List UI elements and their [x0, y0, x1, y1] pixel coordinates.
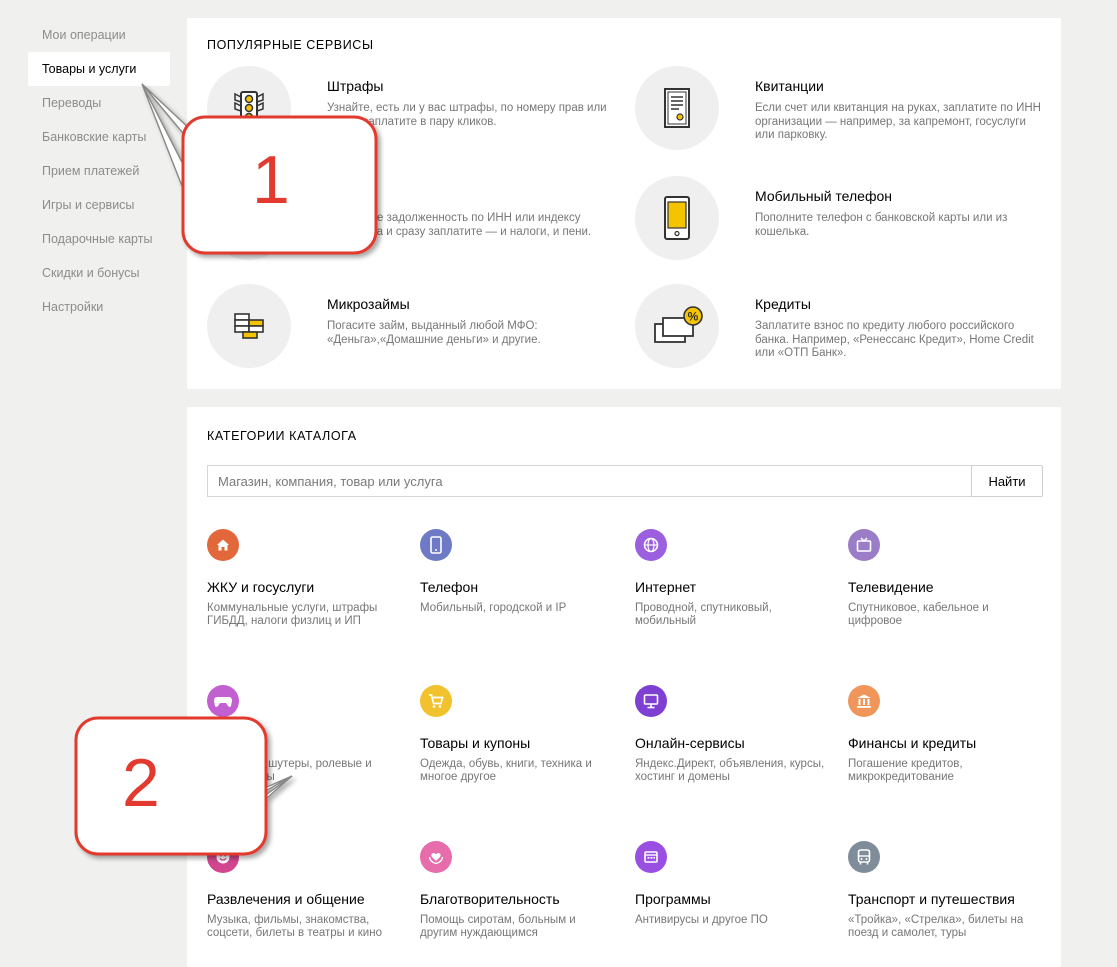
gamepad-icon: [207, 685, 239, 717]
category-phone[interactable]: Телефон Мобильный, городской и IP: [420, 529, 625, 639]
category-charity[interactable]: Благотворительность Помощь сиротам, боль…: [420, 841, 625, 951]
tax-icon: [207, 176, 291, 260]
category-utilities[interactable]: ЖКУ и госуслуги Коммунальные услуги, штр…: [207, 529, 412, 639]
category-title[interactable]: Телефон: [420, 579, 478, 595]
bus-icon: [848, 841, 880, 873]
category-desc: «Тройка», «Стрелка», билеты на поезд и с…: [848, 914, 1024, 939]
category-desc: Спутниковое, кабельное и цифровое: [848, 602, 989, 627]
globe-icon: [635, 529, 667, 561]
service-desc: Узнайте, есть ли у вас штрафы, по номеру…: [327, 102, 607, 128]
catalog-search: Найти: [207, 465, 1043, 497]
catalog-search-button[interactable]: Найти: [971, 465, 1043, 497]
sidebar-item-operations[interactable]: Мои операции: [28, 18, 170, 52]
catalog-title: КАТЕГОРИИ КАТАЛОГА: [207, 429, 357, 443]
category-desc: Музыка, фильмы, знакомства, соцсети, бил…: [207, 914, 382, 939]
service-title[interactable]: Мобильный телефон: [755, 188, 892, 204]
service-desc: Погасите займ, выданный любой МФО: «День…: [327, 320, 541, 346]
catalog-categories-panel: КАТЕГОРИИ КАТАЛОГА Найти ЖКУ и госуслуги…: [187, 407, 1061, 967]
service-title[interactable]: Кредиты: [755, 296, 811, 312]
service-title[interactable]: Квитанции: [755, 78, 824, 94]
sidebar-item-transfers[interactable]: Переводы: [28, 86, 170, 120]
software-icon: [635, 841, 667, 873]
category-tv[interactable]: Телевидение Спутниковое, кабельное и циф…: [848, 529, 1053, 639]
category-desc: Одежда, обувь, книги, техника и многое д…: [420, 758, 592, 783]
heart-hands-icon: [420, 841, 452, 873]
category-title[interactable]: Транспорт и путешествия: [848, 891, 1015, 907]
service-desc: Заплатите взнос по кредиту любого россий…: [755, 320, 1034, 359]
category-title[interactable]: Программы: [635, 891, 711, 907]
sidebar-item-payments[interactable]: Прием платежей: [28, 154, 170, 188]
category-desc: Антивирусы и другое ПО: [635, 914, 768, 926]
category-desc: Погашение кредитов, микрокредитование: [848, 758, 963, 783]
mobile-phone-icon: [635, 176, 719, 260]
service-taxes[interactable]: Налоги Проверьте задолженность по ИНН ил…: [207, 176, 607, 271]
service-mobile[interactable]: Мобильный телефон Пополните телефон с ба…: [635, 176, 1035, 271]
sidebar-item-bank-cards[interactable]: Банковские карты: [28, 120, 170, 154]
traffic-light-icon: [207, 66, 291, 150]
popular-services-panel: ПОПУЛЯРНЫЕ СЕРВИСЫ Штрафы Узнайте, есть …: [187, 18, 1061, 389]
category-desc: Яндекс.Директ, объявления, курсы, хостин…: [635, 758, 825, 783]
service-microloans[interactable]: Микрозаймы Погасите займ, выданный любой…: [207, 284, 607, 379]
sidebar-item-games[interactable]: Игры и сервисы: [28, 188, 170, 222]
svg-text:%: %: [688, 310, 699, 324]
category-desc: Коммунальные услуги, штрафы ГИБДД, налог…: [207, 602, 378, 627]
category-transport[interactable]: Транспорт и путешествия «Тройка», «Стрел…: [848, 841, 1053, 951]
service-title[interactable]: Штрафы: [327, 78, 383, 94]
bank-icon: [848, 685, 880, 717]
category-title[interactable]: Онлайн-сервисы: [635, 735, 745, 751]
cart-icon: [420, 685, 452, 717]
category-desc: Проводной, спутниковый, мобильный: [635, 602, 772, 627]
coins-icon: [207, 284, 291, 368]
phone-icon: [420, 529, 452, 561]
category-internet[interactable]: Интернет Проводной, спутниковый, мобильн…: [635, 529, 840, 639]
category-title[interactable]: Благотворительность: [420, 891, 560, 907]
category-finance[interactable]: Финансы и кредиты Погашение кредитов, ми…: [848, 685, 1053, 795]
service-desc: Проверьте задолженность по ИНН или индек…: [327, 212, 592, 238]
sidebar-item-discounts[interactable]: Скидки и бонусы: [28, 256, 170, 290]
category-entertainment[interactable]: Развлечения и общение Музыка, фильмы, зн…: [207, 841, 412, 951]
credit-percent-icon: %: [635, 284, 719, 368]
receipt-icon: [635, 66, 719, 150]
sidebar-item-gift-cards[interactable]: Подарочные карты: [28, 222, 170, 256]
smile-icon: [207, 841, 239, 873]
service-fines[interactable]: Штрафы Узнайте, есть ли у вас штрафы, по…: [207, 66, 607, 161]
service-receipts[interactable]: Квитанции Если счет или квитанция на рук…: [635, 66, 1041, 161]
tv-icon: [848, 529, 880, 561]
category-goods-coupons[interactable]: Товары и купоны Одежда, обувь, книги, те…: [420, 685, 625, 795]
category-desc: Мобильный, городской и IP: [420, 602, 567, 614]
house-icon: [207, 529, 239, 561]
category-title[interactable]: Интернет: [635, 579, 696, 595]
monitor-icon: [635, 685, 667, 717]
category-title[interactable]: Товары и купоны: [420, 735, 530, 751]
service-desc: Пополните телефон с банковской карты или…: [755, 212, 1008, 238]
service-credits[interactable]: % Кредиты Заплатите взнос по кредиту люб…: [635, 284, 1035, 379]
category-online-services[interactable]: Онлайн-сервисы Яндекс.Директ, объявления…: [635, 685, 840, 795]
category-title[interactable]: Игры: [207, 735, 240, 751]
service-desc: Если счет или квитанция на руках, заплат…: [755, 102, 1041, 141]
service-title[interactable]: Микрозаймы: [327, 296, 410, 312]
category-title[interactable]: ЖКУ и госуслуги: [207, 579, 314, 595]
callout-number-2: 2: [122, 745, 160, 821]
category-software[interactable]: Программы Антивирусы и другое ПО: [635, 841, 840, 951]
category-desc: Помощь сиротам, больным и другим нуждающ…: [420, 914, 576, 939]
popular-services-title: ПОПУЛЯРНЫЕ СЕРВИСЫ: [207, 38, 374, 52]
sidebar-item-settings[interactable]: Настройки: [28, 290, 170, 324]
category-title[interactable]: Развлечения и общение: [207, 891, 365, 907]
category-title[interactable]: Телевидение: [848, 579, 934, 595]
sidebar-item-goods-services[interactable]: Товары и услуги: [28, 52, 170, 86]
category-games[interactable]: Игры Стратегии, шутеры, ролевые и онлайн…: [207, 685, 412, 795]
catalog-search-input[interactable]: [207, 465, 971, 497]
sidebar: Мои операции Товары и услуги Переводы Ба…: [28, 18, 170, 324]
category-title[interactable]: Финансы и кредиты: [848, 735, 976, 751]
service-title[interactable]: Налоги: [327, 188, 374, 204]
category-desc: Стратегии, шутеры, ролевые и онлайн-игры: [207, 758, 372, 783]
